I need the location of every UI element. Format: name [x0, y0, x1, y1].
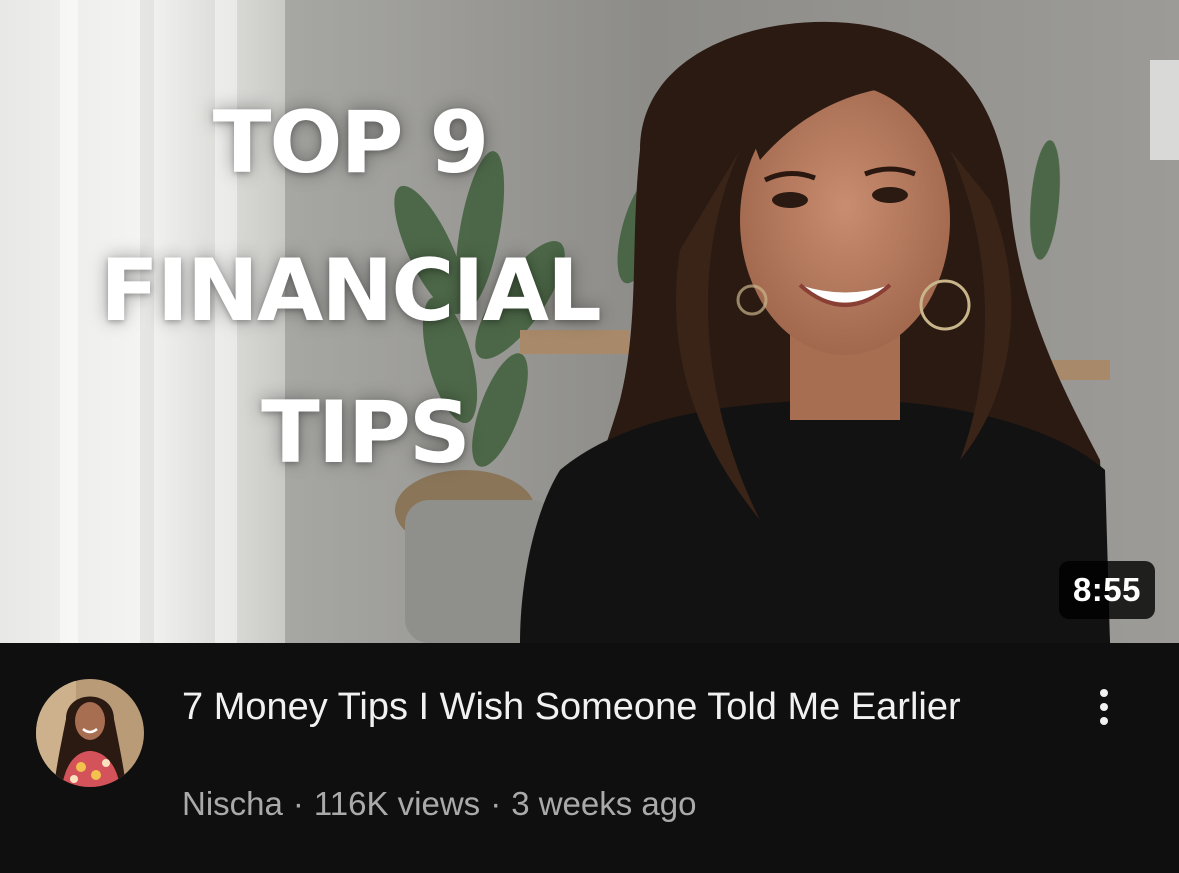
thumbnail-overlay-line-2: FINANCIAL — [100, 241, 602, 341]
thumbnail-overlay-line-1: TOP 9 — [212, 93, 490, 193]
channel-name[interactable]: Nischa — [182, 785, 283, 822]
video-subline: Nischa · 116K views · 3 weeks ago — [182, 784, 696, 824]
video-card[interactable]: TOP 9 FINANCIAL TIPS 8:55 7 Money Tips I… — [0, 0, 1179, 873]
upload-age: 3 weeks ago — [511, 785, 697, 822]
avatar-image — [36, 679, 144, 787]
view-count: 116K views — [313, 785, 481, 822]
video-meta: 7 Money Tips I Wish Someone Told Me Earl… — [0, 643, 1179, 873]
duration-badge: 8:55 — [1058, 561, 1155, 619]
video-thumbnail[interactable]: TOP 9 FINANCIAL TIPS 8:55 — [0, 0, 1179, 643]
video-title[interactable]: 7 Money Tips I Wish Someone Told Me Earl… — [182, 684, 1042, 731]
thumbnail-overlay-line-3: TIPS — [261, 383, 471, 483]
separator: · — [292, 785, 304, 822]
channel-avatar[interactable] — [36, 679, 144, 787]
separator: · — [490, 785, 502, 822]
more-vert-icon[interactable] — [1080, 683, 1128, 731]
more-options-glyph — [1100, 689, 1108, 725]
